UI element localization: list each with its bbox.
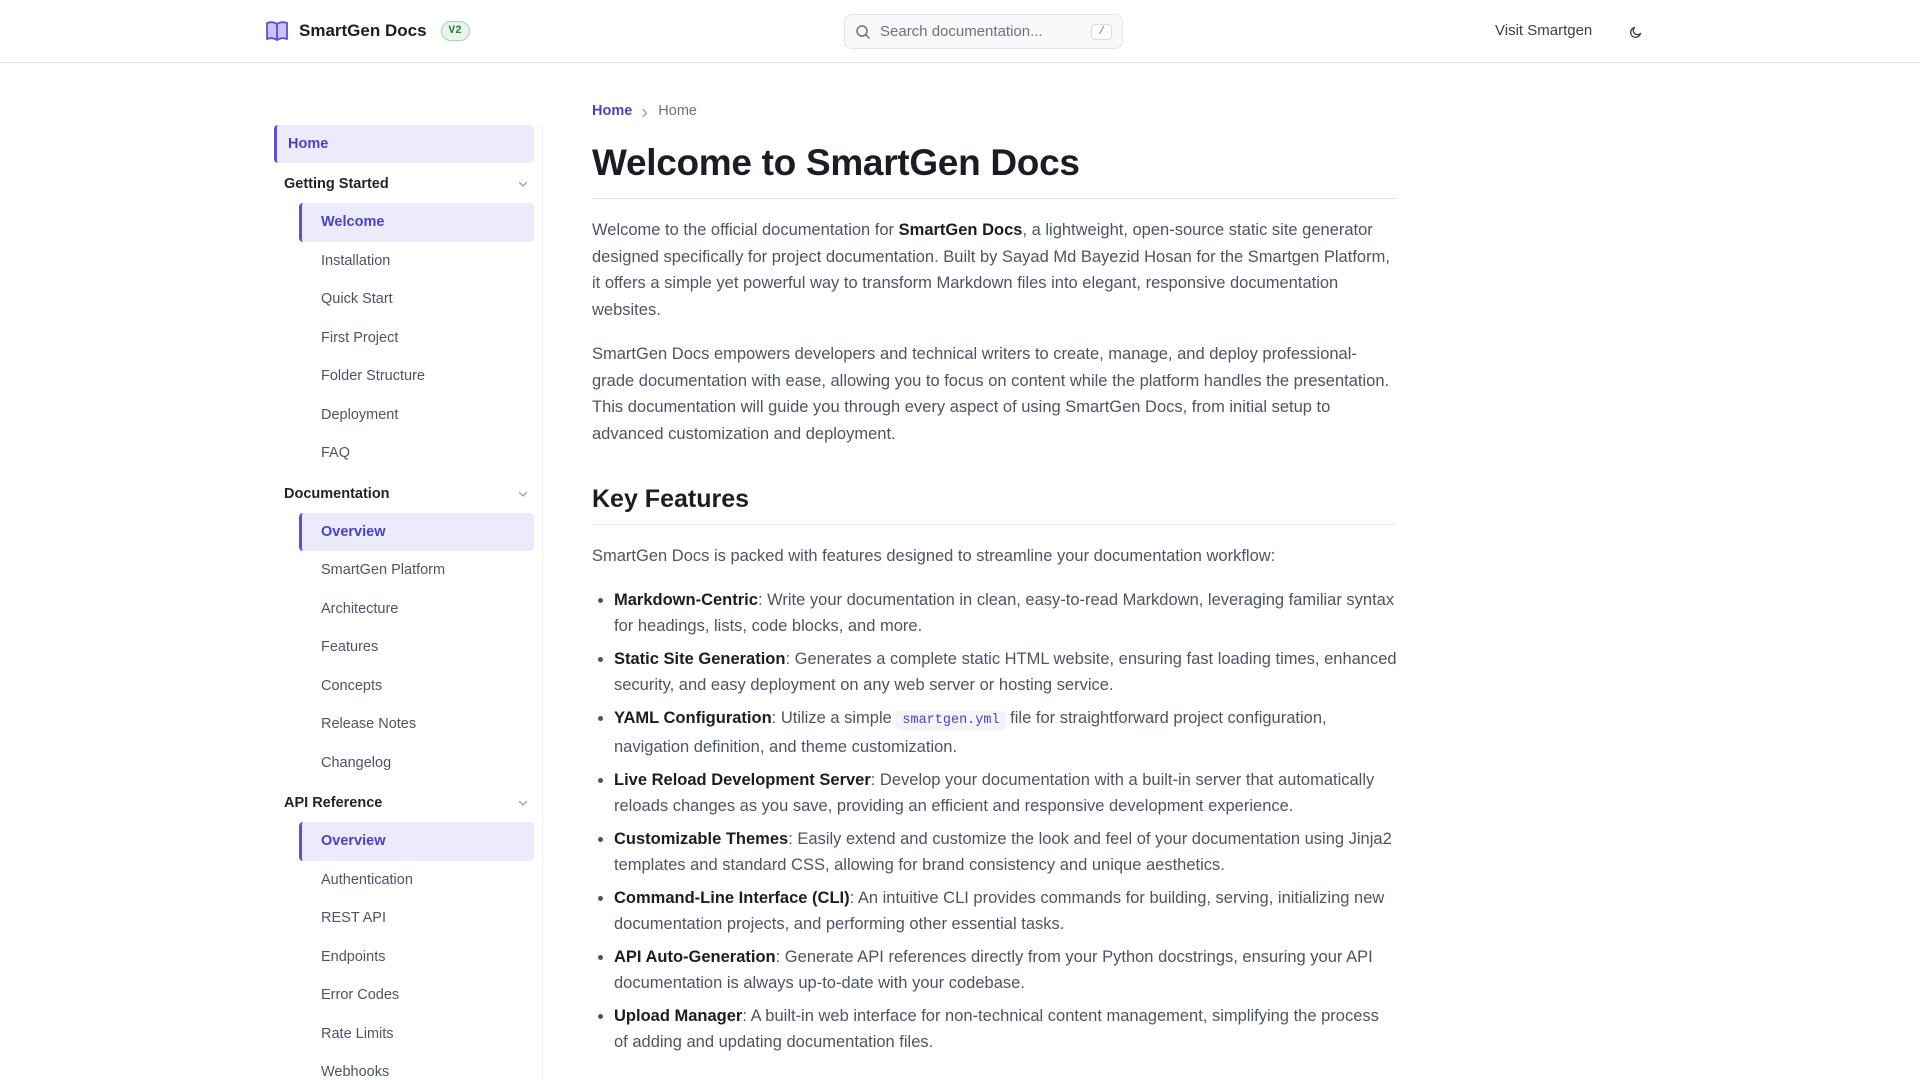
breadcrumb-current: Home: [658, 103, 697, 119]
feature-name: Command-Line Interface (CLI): [614, 888, 850, 907]
sidebar-item-rest-api[interactable]: REST API: [299, 899, 534, 938]
key-features-heading: Key Features: [592, 485, 1397, 525]
sidebar-item-installation[interactable]: Installation: [299, 242, 534, 281]
sidebar-group-toggle[interactable]: API Reference: [284, 784, 536, 822]
sidebar-item-overview[interactable]: Overview: [299, 512, 534, 551]
feature-description: : Utilize a simple: [771, 708, 897, 727]
chevron-down-icon: [516, 487, 530, 501]
sidebar-group-title: Documentation: [284, 485, 390, 502]
feature-name: Customizable Themes: [614, 829, 789, 848]
brand-link[interactable]: SmartGen Docs V2: [265, 18, 470, 44]
sidebar-group-toggle[interactable]: Documentation: [284, 475, 536, 513]
search-icon: [855, 24, 871, 40]
list-item: Command-Line Interface (CLI): An intuiti…: [614, 885, 1397, 938]
sidebar-item-rate-limits[interactable]: Rate Limits: [299, 1015, 534, 1054]
list-item: YAML Configuration: Utilize a simple sma…: [614, 705, 1397, 761]
sidebar-group-api-reference: API Reference Overview Authentication RE…: [272, 784, 542, 1080]
sidebar-group-title: Getting Started: [284, 176, 389, 192]
main-content: Home Home Welcome to SmartGen Docs Welco…: [592, 100, 1397, 1062]
features-list: Markdown-Centric: Write your documentati…: [592, 587, 1397, 1056]
feature-name: API Auto-Generation: [614, 947, 776, 966]
intro-text: Welcome to the official documentation fo…: [592, 221, 899, 239]
list-item: Static Site Generation: Generates a comp…: [614, 646, 1397, 699]
chevron-right-icon: [641, 104, 649, 118]
sidebar-item-deployment[interactable]: Deployment: [299, 396, 534, 435]
search-input[interactable]: [880, 23, 1085, 40]
intro-paragraph-2: SmartGen Docs empowers developers and te…: [592, 345, 1390, 443]
list-item: Customizable Themes: Easily extend and c…: [614, 826, 1397, 879]
list-item: Live Reload Development Server: Develop …: [614, 767, 1397, 820]
book-open-icon: [265, 19, 289, 43]
feature-name: Markdown-Centric: [614, 590, 758, 609]
inline-code: smartgen.yml: [896, 710, 1006, 730]
version-badge: V2: [440, 21, 470, 41]
feature-name: YAML Configuration: [614, 708, 772, 727]
sidebar-group-getting-started: Getting Started Welcome Installation Qui…: [272, 165, 542, 473]
sidebar-item-error-codes[interactable]: Error Codes: [299, 976, 534, 1015]
intro-product-name: SmartGen Docs: [898, 221, 1023, 239]
sidebar-item-folder-structure[interactable]: Folder Structure: [299, 357, 534, 396]
sidebar-item-welcome[interactable]: Welcome: [299, 203, 534, 242]
sidebar-item-release-notes[interactable]: Release Notes: [299, 705, 534, 744]
sidebar-group-toggle[interactable]: Getting Started: [284, 165, 536, 203]
sidebar-group-title: API Reference: [284, 795, 383, 811]
moon-icon[interactable]: [1626, 22, 1646, 42]
sidebar-item-endpoints[interactable]: Endpoints: [299, 938, 534, 977]
search-box[interactable]: /: [844, 14, 1123, 49]
feature-name: Upload Manager: [614, 1006, 743, 1025]
sidebar-item-concepts[interactable]: Concepts: [299, 667, 534, 706]
list-item: API Auto-Generation: Generate API refere…: [614, 944, 1397, 997]
page-title: Welcome to SmartGen Docs: [592, 142, 1397, 199]
sidebar-item-quick-start[interactable]: Quick Start: [299, 280, 534, 319]
search-shortcut-hint: /: [1091, 23, 1112, 40]
chevron-down-icon: [516, 177, 530, 191]
sidebar-item-first-project[interactable]: First Project: [299, 319, 534, 358]
sidebar-item-home[interactable]: Home: [274, 125, 534, 163]
list-item: Markdown-Centric: Write your documentati…: [614, 587, 1397, 640]
sidebar-item-smartgen-platform[interactable]: SmartGen Platform: [299, 551, 534, 590]
sidebar-item-webhooks[interactable]: Webhooks: [299, 1053, 534, 1080]
breadcrumb-home-link[interactable]: Home: [592, 103, 632, 119]
sidebar-item-architecture[interactable]: Architecture: [299, 590, 534, 629]
sidebar-nav: Home Getting Started Welcome Installatio…: [272, 125, 543, 1080]
feature-name: Static Site Generation: [614, 649, 786, 668]
list-item: Upload Manager: A built-in web interface…: [614, 1003, 1397, 1056]
feature-name: Live Reload Development Server: [614, 770, 871, 789]
sidebar-item-authentication[interactable]: Authentication: [299, 861, 534, 900]
visit-smartgen-link[interactable]: Visit Smartgen: [1495, 22, 1592, 39]
sidebar-item-api-overview[interactable]: Overview: [299, 822, 534, 861]
sidebar-group-documentation: Documentation Overview SmartGen Platform…: [272, 475, 542, 783]
sidebar-item-faq[interactable]: FAQ: [299, 434, 534, 473]
sidebar-item-changelog[interactable]: Changelog: [299, 744, 534, 783]
features-intro: SmartGen Docs is packed with features de…: [592, 547, 1276, 565]
top-navbar: SmartGen Docs V2 / Visit Smartgen: [0, 0, 1920, 63]
sidebar-item-features[interactable]: Features: [299, 628, 534, 667]
intro-paragraph-1: Welcome to the official documentation fo…: [592, 217, 1397, 323]
chevron-down-icon: [516, 796, 530, 810]
breadcrumb: Home Home: [592, 100, 1397, 122]
brand-name: SmartGen Docs: [299, 21, 427, 40]
